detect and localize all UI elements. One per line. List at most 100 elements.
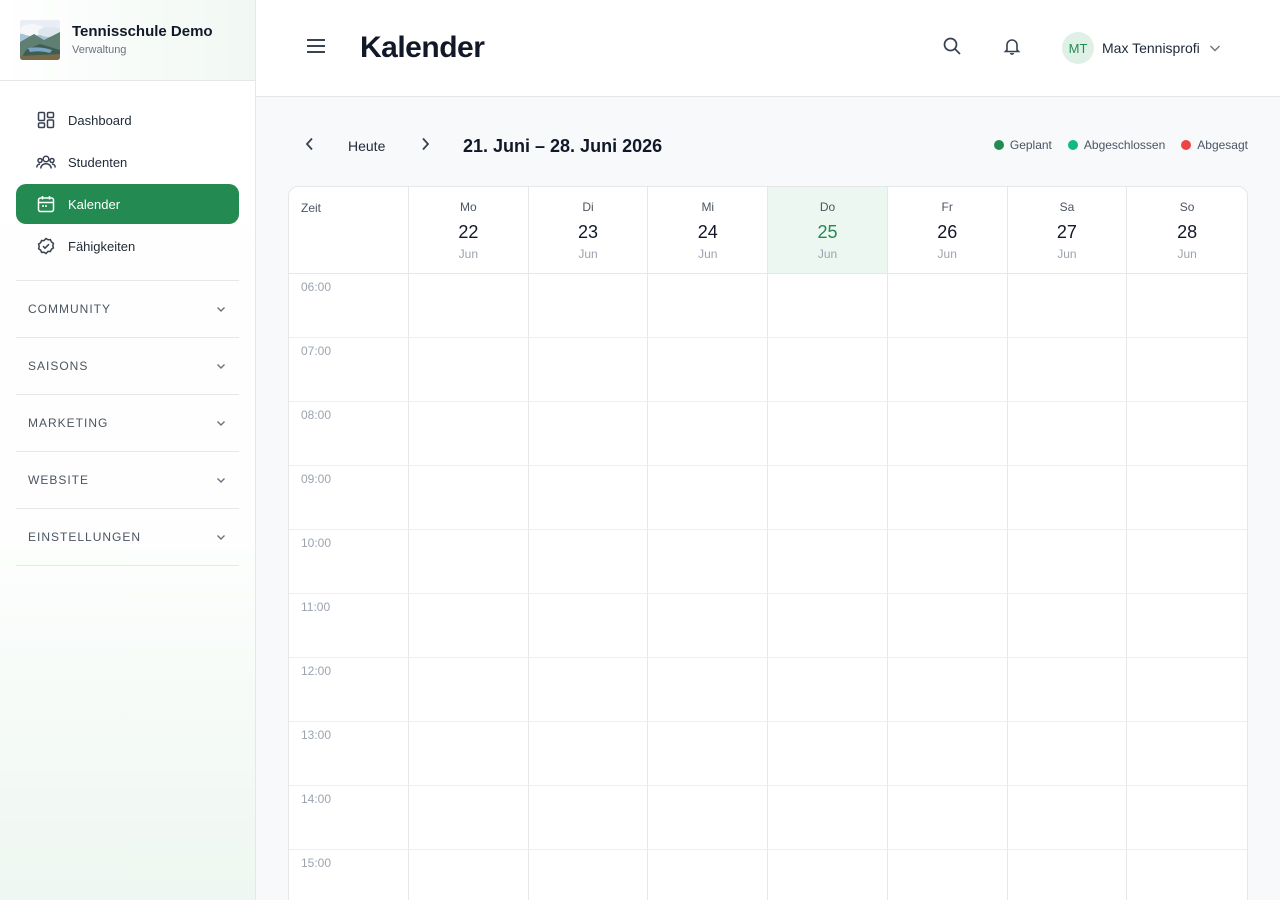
time-slot-cell[interactable]: [1127, 466, 1247, 529]
sidebar-item-kalender[interactable]: Kalender: [16, 184, 239, 224]
time-slot-cell[interactable]: [648, 850, 769, 900]
time-slot-cell[interactable]: [1008, 402, 1128, 465]
day-header-so[interactable]: So 28 Jun: [1127, 187, 1247, 273]
time-slot-cell[interactable]: [529, 466, 649, 529]
time-slot-cell[interactable]: [529, 658, 649, 721]
time-slot-cell[interactable]: [768, 466, 888, 529]
sidebar-section-einstellungen[interactable]: EINSTELLUNGEN: [16, 508, 239, 566]
time-slot-cell[interactable]: [768, 274, 888, 337]
time-slot-cell[interactable]: [648, 530, 769, 593]
time-slot-cell[interactable]: [648, 722, 769, 785]
time-label: 10:00: [289, 530, 409, 593]
time-slot-cell[interactable]: [529, 786, 649, 849]
chevron-down-icon: [1208, 41, 1222, 55]
sidebar-section-website[interactable]: WEBSITE: [16, 451, 239, 508]
time-slot-cell[interactable]: [888, 530, 1008, 593]
sidebar-item-label: Studenten: [68, 154, 128, 170]
time-slot-cell[interactable]: [1127, 402, 1247, 465]
next-week-button[interactable]: [413, 134, 437, 158]
time-slot-cell[interactable]: [409, 274, 529, 337]
time-slot-cell[interactable]: [648, 338, 769, 401]
time-slot-cell[interactable]: [1127, 530, 1247, 593]
time-slot-cell[interactable]: [1008, 658, 1128, 721]
time-slot-cell[interactable]: [888, 594, 1008, 657]
time-slot-cell[interactable]: [1127, 722, 1247, 785]
menu-toggle-button[interactable]: [304, 36, 328, 60]
time-slot-cell[interactable]: [529, 850, 649, 900]
time-slot-cell[interactable]: [648, 402, 769, 465]
time-slot-cell[interactable]: [1127, 658, 1247, 721]
time-slot-cell[interactable]: [1127, 338, 1247, 401]
sidebar-section-saisons[interactable]: SAISONS: [16, 337, 239, 394]
time-slot-cell[interactable]: [1008, 594, 1128, 657]
time-slot-cell[interactable]: [768, 722, 888, 785]
sidebar-item-studenten[interactable]: Studenten: [16, 142, 239, 182]
time-slot-cell[interactable]: [648, 786, 769, 849]
time-slot-cell[interactable]: [409, 530, 529, 593]
time-slot-cell[interactable]: [409, 338, 529, 401]
time-slot-cell[interactable]: [529, 594, 649, 657]
time-slot-cell[interactable]: [1008, 274, 1128, 337]
time-slot-cell[interactable]: [768, 530, 888, 593]
day-header-sa[interactable]: Sa 27 Jun: [1008, 187, 1128, 273]
today-button[interactable]: Heute: [340, 134, 393, 158]
time-slot-cell[interactable]: [888, 338, 1008, 401]
time-slot-cell[interactable]: [1127, 594, 1247, 657]
time-slot-cell[interactable]: [1008, 786, 1128, 849]
time-slot-cell[interactable]: [1008, 338, 1128, 401]
time-slot-cell[interactable]: [409, 850, 529, 900]
time-slot-cell[interactable]: [1008, 466, 1128, 529]
legend-dot: [1067, 140, 1078, 150]
time-slot-cell[interactable]: [888, 274, 1008, 337]
time-slot-cell[interactable]: [648, 658, 769, 721]
previous-week-button[interactable]: [298, 134, 322, 158]
sidebar-item-dashboard[interactable]: Dashboard: [16, 100, 239, 140]
time-slot-cell[interactable]: [1127, 786, 1247, 849]
time-slot-cell[interactable]: [409, 402, 529, 465]
notifications-button[interactable]: [1000, 36, 1024, 60]
time-slot-cell[interactable]: [888, 658, 1008, 721]
time-slot-cell[interactable]: [888, 850, 1008, 900]
time-slot-cell[interactable]: [409, 722, 529, 785]
time-slot-cell[interactable]: [888, 402, 1008, 465]
day-number: 22: [458, 222, 479, 242]
time-slot-cell[interactable]: [409, 466, 529, 529]
day-header-mo[interactable]: Mo 22 Jun: [409, 187, 529, 273]
sidebar-section-community[interactable]: COMMUNITY: [16, 280, 239, 337]
time-slot-cell[interactable]: [768, 338, 888, 401]
time-slot-cell[interactable]: [409, 786, 529, 849]
time-slot-cell[interactable]: [529, 338, 649, 401]
time-slot-cell[interactable]: [409, 658, 529, 721]
day-header-fr[interactable]: Fr 26 Jun: [888, 187, 1008, 273]
time-slot-cell[interactable]: [1008, 850, 1128, 900]
time-slot-cell[interactable]: [648, 274, 769, 337]
brand-logo: [20, 20, 60, 60]
sidebar-item-faehigkeiten[interactable]: Fähigkeiten: [16, 226, 239, 266]
time-slot-cell[interactable]: [409, 594, 529, 657]
day-header-mi[interactable]: Mi 24 Jun: [648, 187, 769, 273]
time-slot-cell[interactable]: [768, 594, 888, 657]
time-slot-cell[interactable]: [529, 274, 649, 337]
time-slot-cell[interactable]: [648, 594, 769, 657]
time-slot-cell[interactable]: [1127, 274, 1247, 337]
time-slot-cell[interactable]: [768, 786, 888, 849]
day-header-do-today[interactable]: Do 25 Jun: [768, 187, 888, 273]
time-slot-cell[interactable]: [648, 466, 769, 529]
brand-header[interactable]: Tennisschule Demo Verwaltung: [0, 0, 255, 81]
time-slot-cell[interactable]: [888, 722, 1008, 785]
time-slot-cell[interactable]: [1008, 722, 1128, 785]
search-button[interactable]: [940, 36, 964, 60]
time-slot-cell[interactable]: [1127, 850, 1247, 900]
time-slot-cell[interactable]: [1008, 530, 1128, 593]
time-slot-cell[interactable]: [768, 658, 888, 721]
time-slot-cell[interactable]: [768, 850, 888, 900]
time-slot-cell[interactable]: [888, 786, 1008, 849]
time-slot-cell[interactable]: [529, 402, 649, 465]
sidebar-section-marketing[interactable]: MARKETING: [16, 394, 239, 451]
day-header-di[interactable]: Di 23 Jun: [529, 187, 649, 273]
time-slot-cell[interactable]: [888, 466, 1008, 529]
time-slot-cell[interactable]: [529, 722, 649, 785]
time-slot-cell[interactable]: [529, 530, 649, 593]
user-menu[interactable]: MT Max Tennisprofi: [1062, 31, 1222, 65]
time-slot-cell[interactable]: [768, 402, 888, 465]
